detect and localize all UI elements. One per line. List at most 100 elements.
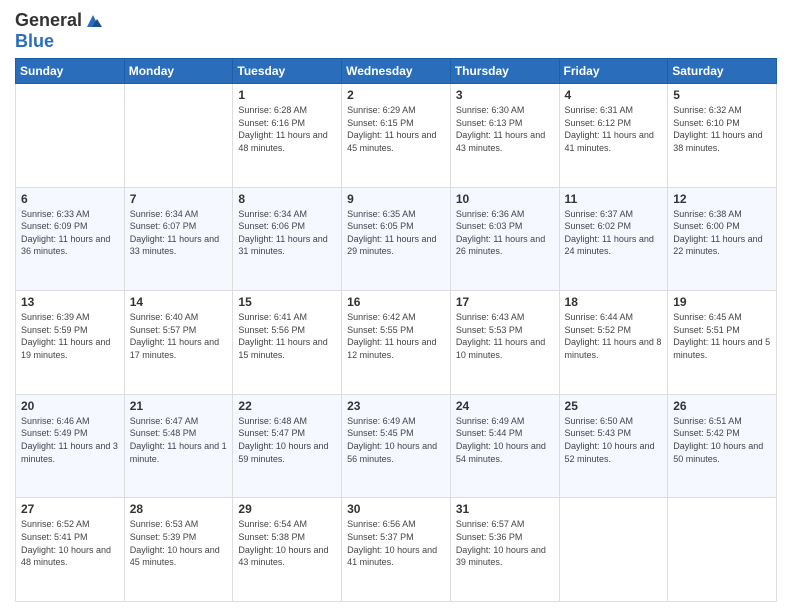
day-number: 23	[347, 399, 445, 413]
day-number: 18	[565, 295, 663, 309]
day-info: Sunrise: 6:42 AM Sunset: 5:55 PM Dayligh…	[347, 311, 445, 361]
calendar-cell: 20 Sunrise: 6:46 AM Sunset: 5:49 PM Dayli…	[16, 394, 125, 498]
calendar-cell: 15 Sunrise: 6:41 AM Sunset: 5:56 PM Dayli…	[233, 291, 342, 395]
calendar-day-header: Sunday	[16, 59, 125, 84]
day-number: 22	[238, 399, 336, 413]
day-info: Sunrise: 6:33 AM Sunset: 6:09 PM Dayligh…	[21, 208, 119, 258]
calendar-cell: 16 Sunrise: 6:42 AM Sunset: 5:55 PM Dayli…	[342, 291, 451, 395]
calendar-cell: 30Sunrise: 6:56 AM Sunset: 5:37 PM Dayli…	[342, 498, 451, 602]
day-info: Sunrise: 6:31 AM Sunset: 6:12 PM Dayligh…	[565, 104, 663, 154]
logo: General Blue	[15, 10, 104, 52]
day-number: 9	[347, 192, 445, 206]
calendar-cell: 25 Sunrise: 6:50 AM Sunset: 5:43 PM Dayli…	[559, 394, 668, 498]
day-info: Sunrise: 6:35 AM Sunset: 6:05 PM Dayligh…	[347, 208, 445, 258]
calendar-cell	[668, 498, 777, 602]
calendar-cell: 18 Sunrise: 6:44 AM Sunset: 5:52 PM Dayli…	[559, 291, 668, 395]
logo-blue-line: Blue	[15, 31, 54, 52]
day-number: 1	[238, 88, 336, 102]
calendar-week-row: 1Sunrise: 6:28 AM Sunset: 6:16 PM Daylig…	[16, 84, 777, 188]
day-info: Sunrise: 6:49 AM Sunset: 5:45 PM Dayligh…	[347, 415, 445, 465]
calendar-cell: 12 Sunrise: 6:38 AM Sunset: 6:00 PM Dayli…	[668, 187, 777, 291]
day-number: 30	[347, 502, 445, 516]
day-number: 21	[130, 399, 228, 413]
day-number: 5	[673, 88, 771, 102]
day-number: 17	[456, 295, 554, 309]
day-number: 16	[347, 295, 445, 309]
calendar-day-header: Tuesday	[233, 59, 342, 84]
day-number: 13	[21, 295, 119, 309]
day-info: Sunrise: 6:43 AM Sunset: 5:53 PM Dayligh…	[456, 311, 554, 361]
calendar-cell: 17 Sunrise: 6:43 AM Sunset: 5:53 PM Dayli…	[450, 291, 559, 395]
logo-blue-label: Blue	[15, 31, 54, 52]
calendar-cell: 29Sunrise: 6:54 AM Sunset: 5:38 PM Dayli…	[233, 498, 342, 602]
day-number: 12	[673, 192, 771, 206]
day-info: Sunrise: 6:47 AM Sunset: 5:48 PM Dayligh…	[130, 415, 228, 465]
calendar-cell: 22 Sunrise: 6:48 AM Sunset: 5:47 PM Dayli…	[233, 394, 342, 498]
day-info: Sunrise: 6:29 AM Sunset: 6:15 PM Dayligh…	[347, 104, 445, 154]
day-number: 2	[347, 88, 445, 102]
day-number: 14	[130, 295, 228, 309]
day-info: Sunrise: 6:51 AM Sunset: 5:42 PM Dayligh…	[673, 415, 771, 465]
calendar-cell: 6 Sunrise: 6:33 AM Sunset: 6:09 PM Daylig…	[16, 187, 125, 291]
day-info: Sunrise: 6:57 AM Sunset: 5:36 PM Dayligh…	[456, 518, 554, 568]
calendar-cell: 28Sunrise: 6:53 AM Sunset: 5:39 PM Dayli…	[124, 498, 233, 602]
calendar-cell: 21 Sunrise: 6:47 AM Sunset: 5:48 PM Dayli…	[124, 394, 233, 498]
calendar-cell	[559, 498, 668, 602]
calendar-day-header: Saturday	[668, 59, 777, 84]
calendar-cell: 10Sunrise: 6:36 AM Sunset: 6:03 PM Dayli…	[450, 187, 559, 291]
calendar-day-header: Friday	[559, 59, 668, 84]
calendar-cell: 14 Sunrise: 6:40 AM Sunset: 5:57 PM Dayli…	[124, 291, 233, 395]
day-number: 11	[565, 192, 663, 206]
day-info: Sunrise: 6:36 AM Sunset: 6:03 PM Dayligh…	[456, 208, 554, 258]
day-number: 4	[565, 88, 663, 102]
day-info: Sunrise: 6:50 AM Sunset: 5:43 PM Dayligh…	[565, 415, 663, 465]
day-info: Sunrise: 6:53 AM Sunset: 5:39 PM Dayligh…	[130, 518, 228, 568]
calendar-day-header: Monday	[124, 59, 233, 84]
header: General Blue	[15, 10, 777, 52]
calendar-cell	[124, 84, 233, 188]
calendar-table: SundayMondayTuesdayWednesdayThursdayFrid…	[15, 58, 777, 602]
calendar-cell: 26Sunrise: 6:51 AM Sunset: 5:42 PM Dayli…	[668, 394, 777, 498]
day-info: Sunrise: 6:40 AM Sunset: 5:57 PM Dayligh…	[130, 311, 228, 361]
day-info: Sunrise: 6:45 AM Sunset: 5:51 PM Dayligh…	[673, 311, 771, 361]
day-info: Sunrise: 6:46 AM Sunset: 5:49 PM Dayligh…	[21, 415, 119, 465]
day-number: 31	[456, 502, 554, 516]
calendar-cell: 5Sunrise: 6:32 AM Sunset: 6:10 PM Daylig…	[668, 84, 777, 188]
logo-general-text: General	[15, 10, 82, 31]
day-info: Sunrise: 6:48 AM Sunset: 5:47 PM Dayligh…	[238, 415, 336, 465]
calendar-cell: 3Sunrise: 6:30 AM Sunset: 6:13 PM Daylig…	[450, 84, 559, 188]
day-number: 20	[21, 399, 119, 413]
day-info: Sunrise: 6:38 AM Sunset: 6:00 PM Dayligh…	[673, 208, 771, 258]
logo-combined: General	[15, 10, 104, 31]
day-number: 7	[130, 192, 228, 206]
calendar-cell: 11 Sunrise: 6:37 AM Sunset: 6:02 PM Dayli…	[559, 187, 668, 291]
calendar-cell: 8Sunrise: 6:34 AM Sunset: 6:06 PM Daylig…	[233, 187, 342, 291]
day-info: Sunrise: 6:34 AM Sunset: 6:07 PM Dayligh…	[130, 208, 228, 258]
calendar-week-row: 13 Sunrise: 6:39 AM Sunset: 5:59 PM Dayli…	[16, 291, 777, 395]
calendar-cell: 4 Sunrise: 6:31 AM Sunset: 6:12 PM Daylig…	[559, 84, 668, 188]
logo-triangle-icon	[83, 11, 103, 31]
day-info: Sunrise: 6:37 AM Sunset: 6:02 PM Dayligh…	[565, 208, 663, 258]
day-info: Sunrise: 6:49 AM Sunset: 5:44 PM Dayligh…	[456, 415, 554, 465]
day-number: 25	[565, 399, 663, 413]
calendar-cell: 23 Sunrise: 6:49 AM Sunset: 5:45 PM Dayli…	[342, 394, 451, 498]
day-info: Sunrise: 6:39 AM Sunset: 5:59 PM Dayligh…	[21, 311, 119, 361]
day-info: Sunrise: 6:44 AM Sunset: 5:52 PM Dayligh…	[565, 311, 663, 361]
day-number: 24	[456, 399, 554, 413]
calendar-header-row: SundayMondayTuesdayWednesdayThursdayFrid…	[16, 59, 777, 84]
day-info: Sunrise: 6:41 AM Sunset: 5:56 PM Dayligh…	[238, 311, 336, 361]
day-info: Sunrise: 6:30 AM Sunset: 6:13 PM Dayligh…	[456, 104, 554, 154]
calendar-cell: 1Sunrise: 6:28 AM Sunset: 6:16 PM Daylig…	[233, 84, 342, 188]
calendar-cell	[16, 84, 125, 188]
calendar-day-header: Wednesday	[342, 59, 451, 84]
day-number: 19	[673, 295, 771, 309]
calendar-week-row: 27Sunrise: 6:52 AM Sunset: 5:41 PM Dayli…	[16, 498, 777, 602]
calendar-week-row: 20 Sunrise: 6:46 AM Sunset: 5:49 PM Dayli…	[16, 394, 777, 498]
day-number: 15	[238, 295, 336, 309]
calendar-cell: 24 Sunrise: 6:49 AM Sunset: 5:44 PM Dayli…	[450, 394, 559, 498]
calendar-cell: 9 Sunrise: 6:35 AM Sunset: 6:05 PM Daylig…	[342, 187, 451, 291]
calendar-cell: 19 Sunrise: 6:45 AM Sunset: 5:51 PM Dayli…	[668, 291, 777, 395]
day-number: 27	[21, 502, 119, 516]
day-number: 6	[21, 192, 119, 206]
calendar-cell: 13 Sunrise: 6:39 AM Sunset: 5:59 PM Dayli…	[16, 291, 125, 395]
